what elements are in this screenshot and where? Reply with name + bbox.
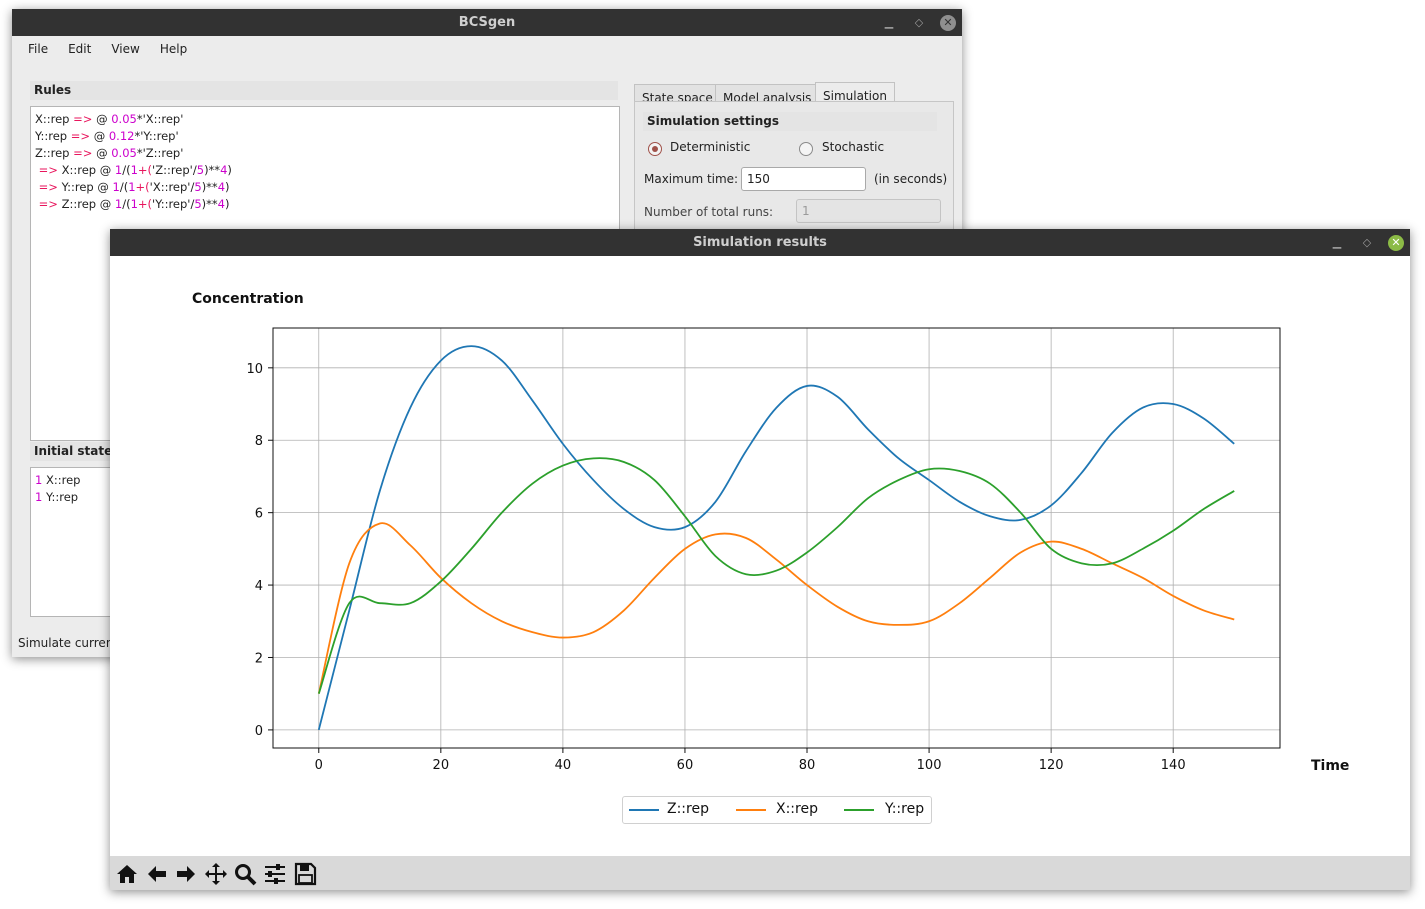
minimize-icon[interactable]: ▁: [880, 14, 898, 32]
chart-legend: Z::rep X::rep Y::rep: [622, 796, 932, 824]
menu-file[interactable]: File: [18, 42, 58, 56]
status-bar-text: Simulate current: [18, 636, 119, 650]
maximize-icon[interactable]: ◇: [910, 14, 928, 32]
plot-toolbar: [110, 856, 1410, 890]
forward-icon[interactable]: [173, 861, 199, 887]
legend-label-x: X::rep: [776, 801, 818, 817]
legend-label-z: Z::rep: [667, 801, 709, 817]
back-icon[interactable]: [144, 861, 170, 887]
configure-subplots-icon[interactable]: [262, 861, 288, 887]
window-title: BCSgen: [458, 15, 516, 30]
pan-icon[interactable]: [203, 861, 229, 887]
deterministic-radio[interactable]: [648, 142, 662, 156]
results-window: Simulation results ▁ ◇ ✕: [110, 229, 1410, 890]
runs-spinbox: 1: [796, 199, 941, 223]
rules-title: Rules: [30, 81, 618, 100]
save-icon[interactable]: [292, 861, 318, 887]
deterministic-label[interactable]: Deterministic: [670, 140, 750, 154]
max-time-label: Maximum time:: [644, 172, 739, 186]
simulation-panel: Simulation settings Deterministic Stocha…: [634, 101, 954, 243]
legend-swatch-x: [736, 809, 766, 811]
zoom-icon[interactable]: [232, 861, 258, 887]
menu-help[interactable]: Help: [150, 42, 197, 56]
rule-line: Z::rep => @ 0.05*'Z::rep': [35, 146, 184, 160]
minimize-icon[interactable]: ▁: [1328, 234, 1346, 252]
legend-label-y: Y::rep: [885, 801, 925, 817]
stochastic-radio[interactable]: [799, 142, 813, 156]
legend-swatch-y: [844, 809, 874, 811]
rule-line: => Z::rep @ 1/(1+('Y::rep'/5)**4): [38, 197, 230, 211]
legend-swatch-z: [629, 809, 659, 811]
close-icon[interactable]: ✕: [1388, 234, 1404, 251]
simulation-settings-title: Simulation settings: [643, 112, 937, 131]
max-time-input[interactable]: 150: [741, 167, 866, 191]
home-icon[interactable]: [114, 861, 140, 887]
max-time-unit: (in seconds): [874, 172, 948, 186]
runs-label: Number of total runs:: [644, 205, 774, 219]
stochastic-label[interactable]: Stochastic: [822, 140, 884, 154]
bcsgen-titlebar: BCSgen ▁ ◇ ✕: [12, 9, 962, 36]
menu-edit[interactable]: Edit: [58, 42, 101, 56]
rule-line: X::rep => @ 0.05*'X::rep': [35, 112, 184, 126]
results-window-title: Simulation results: [693, 235, 827, 250]
rule-line: => Y::rep @ 1/(1+('X::rep'/5)**4): [38, 180, 230, 194]
rule-line: Y::rep => @ 0.12*'Y::rep': [35, 129, 179, 143]
maximize-icon[interactable]: ◇: [1358, 234, 1376, 252]
menu-view[interactable]: View: [101, 42, 149, 56]
rule-line: => X::rep @ 1/(1+('Z::rep'/5)**4): [38, 163, 232, 177]
results-titlebar: Simulation results ▁ ◇ ✕: [110, 229, 1410, 256]
menu-bar: File Edit View Help: [12, 36, 962, 62]
close-icon[interactable]: ✕: [940, 14, 956, 31]
